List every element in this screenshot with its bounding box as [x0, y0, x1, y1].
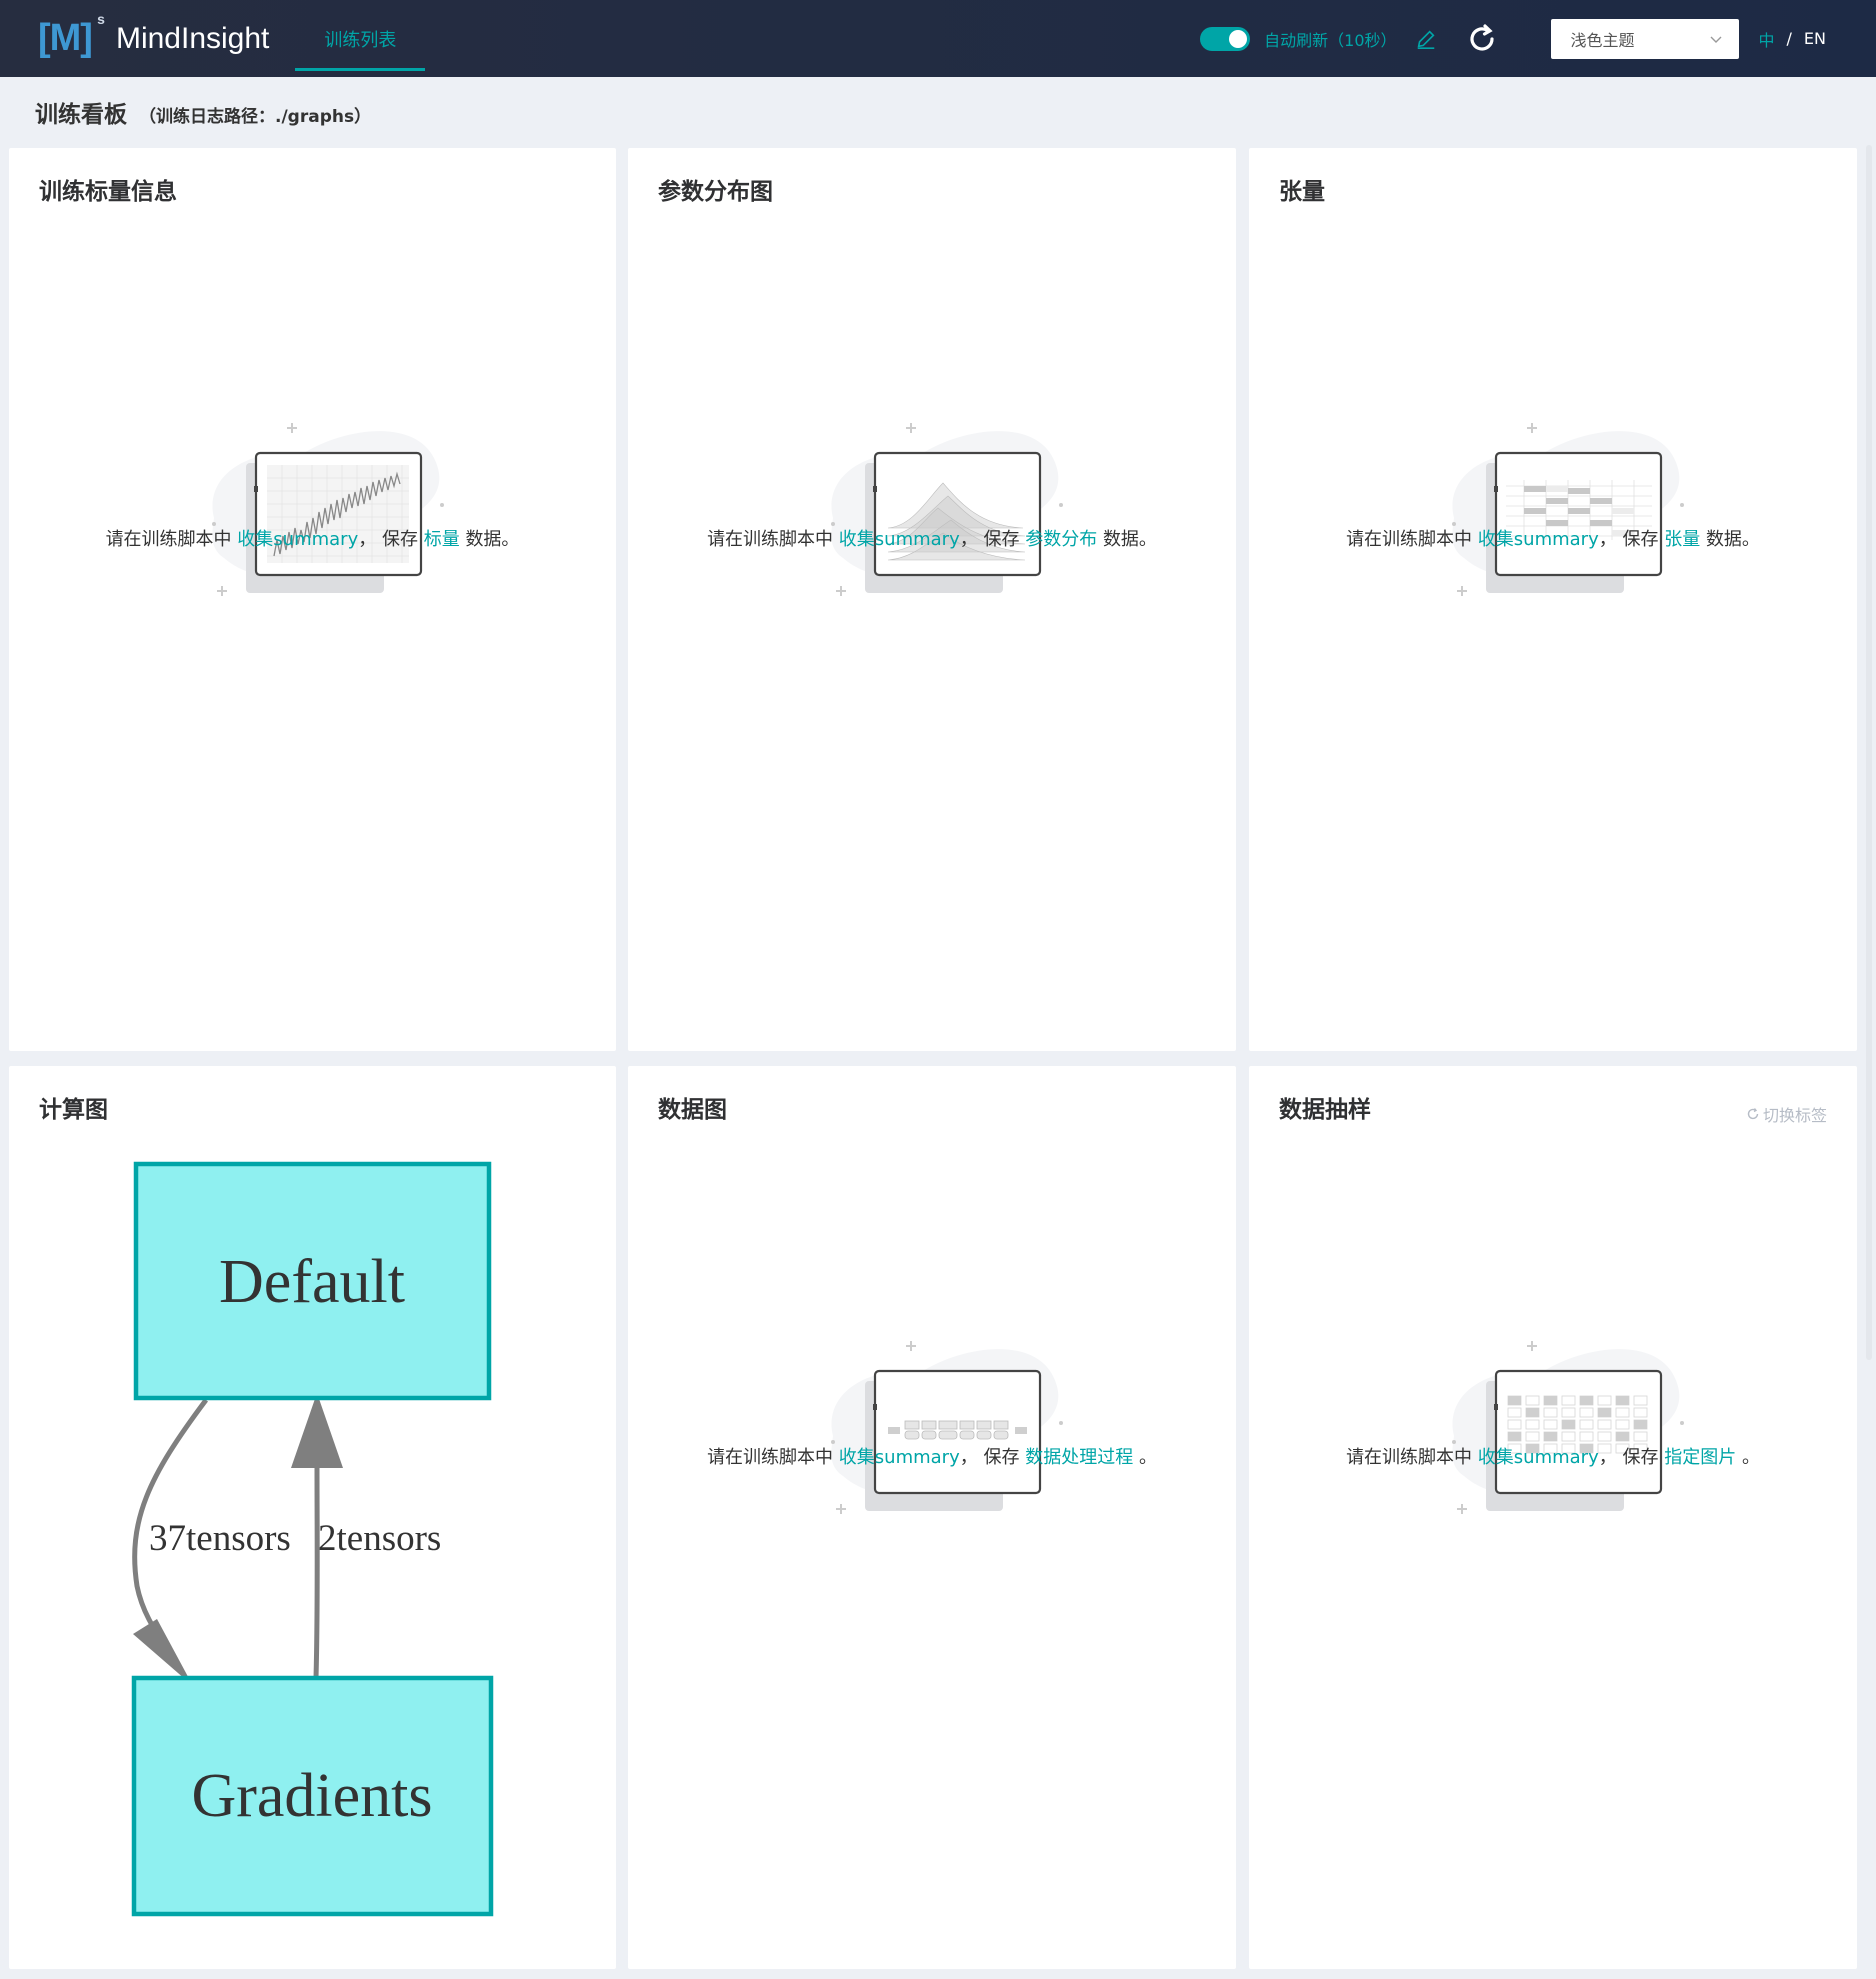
scalar-illustration — [210, 421, 446, 598]
datagraph-hint: 请在训练脚本中 收集summary， 保存 数据处理过程 。 — [707, 1447, 1157, 1468]
switch-tag-button[interactable]: 切换标签 — [1746, 1102, 1827, 1126]
histogram-illustration — [829, 421, 1065, 598]
collect-summary-link[interactable]: 收集summary — [1478, 529, 1599, 550]
page-header: 训练看板 （训练日志路径：./graphs） — [35, 95, 372, 128]
card-sampling: 数据抽样 切换标签 请在训练脚本中 收集summary， 保存 指定图片 。 — [1249, 1066, 1857, 1969]
language-switch: 中 / EN — [1759, 27, 1826, 51]
refresh-icon[interactable] — [1465, 22, 1499, 56]
chevron-down-icon — [1710, 36, 1722, 43]
datagraph-illustration — [829, 1339, 1065, 1516]
top-navigation-bar: [M] s MindInsight 训练列表 自动刷新（10秒） 浅色主题 中 /… — [0, 0, 1876, 77]
theme-select-value: 浅色主题 — [1570, 30, 1635, 50]
tensor-hint: 请在训练脚本中 收集summary， 保存 张量 数据。 — [1346, 529, 1760, 550]
card-title: 数据图 — [658, 1097, 727, 1123]
lang-zh[interactable]: 中 — [1759, 27, 1775, 51]
card-title: 训练标量信息 — [39, 179, 177, 205]
card-graph[interactable]: 计算图 Default Gradients 37tensors 2tensors — [9, 1066, 616, 1969]
graph-edge-gradients-default — [313, 1465, 320, 1679]
card-scalar: 训练标量信息 请在训练脚本中 收集summary， 保存 标量 数据。 — [9, 148, 616, 1051]
graph-node-label: Gradients — [191, 1762, 432, 1830]
sampling-hint: 请在训练脚本中 收集summary， 保存 指定图片 。 — [1346, 1447, 1760, 1468]
auto-refresh-label: 自动刷新（10秒） — [1264, 30, 1397, 50]
datagraph-link[interactable]: 数据处理过程 — [1025, 1447, 1133, 1468]
logo-mark: [M] s — [38, 11, 105, 59]
card-histogram: 参数分布图 请在训练脚本中 收集summary， 保存 参数分布 数据。 — [628, 148, 1236, 1051]
switch-tag-label: 切换标签 — [1762, 1106, 1827, 1125]
graph-node-label: Default — [219, 1248, 405, 1316]
sampling-illustration — [1450, 1339, 1686, 1516]
card-title: 数据抽样 — [1279, 1097, 1371, 1123]
app-logo[interactable]: [M] s MindInsight — [38, 0, 269, 77]
tensor-illustration — [1450, 421, 1686, 598]
page-scrollbar[interactable] — [1866, 145, 1872, 1360]
graph-node-gradients[interactable]: Gradients — [131, 1675, 494, 1917]
edit-icon[interactable] — [1415, 28, 1437, 50]
computation-graph[interactable]: Default Gradients 37tensors 2tensors — [9, 1066, 616, 1969]
tensor-link[interactable]: 张量 — [1664, 529, 1700, 550]
card-title: 参数分布图 — [658, 179, 773, 205]
card-title: 张量 — [1279, 179, 1325, 205]
card-datagraph: 数据图 请在训练脚本中 收集summary， 保存 数据处理过程 。 — [628, 1066, 1236, 1969]
scalar-hint: 请在训练脚本中 收集summary， 保存 标量 数据。 — [105, 529, 520, 550]
graph-edge-arrowhead — [291, 1393, 343, 1468]
nav-tab-train-list[interactable]: 训练列表 — [295, 0, 426, 77]
histogram-hint: 请在训练脚本中 收集summary， 保存 参数分布 数据。 — [707, 529, 1157, 550]
card-tensor: 张量 请在训练脚本中 收集summary， 保存 张量 数据。 — [1249, 148, 1857, 1051]
toolbar: 自动刷新（10秒） 浅色主题 中 / EN — [1200, 0, 1876, 77]
collect-summary-link[interactable]: 收集summary — [1478, 1447, 1599, 1468]
refresh-small-icon — [1747, 1108, 1759, 1120]
collect-summary-link[interactable]: 收集summary — [839, 1447, 960, 1468]
graph-edge-label: 2tensors — [318, 1518, 441, 1559]
page-title: 训练看板 — [35, 102, 127, 128]
histogram-link[interactable]: 参数分布 — [1025, 529, 1097, 550]
collect-summary-link[interactable]: 收集summary — [237, 529, 358, 550]
auto-refresh-toggle[interactable] — [1200, 26, 1251, 51]
sampling-link[interactable]: 指定图片 — [1664, 1447, 1736, 1468]
log-path: （训练日志路径：./graphs） — [139, 107, 372, 127]
scalar-link[interactable]: 标量 — [424, 529, 460, 550]
lang-en[interactable]: EN — [1804, 29, 1826, 48]
graph-edge-label: 37tensors — [149, 1518, 291, 1559]
app-name: MindInsight — [115, 21, 270, 55]
theme-select[interactable]: 浅色主题 — [1550, 18, 1739, 59]
lang-separator: / — [1786, 29, 1792, 48]
collect-summary-link[interactable]: 收集summary — [839, 529, 960, 550]
graph-node-default[interactable]: Default — [133, 1161, 492, 1401]
